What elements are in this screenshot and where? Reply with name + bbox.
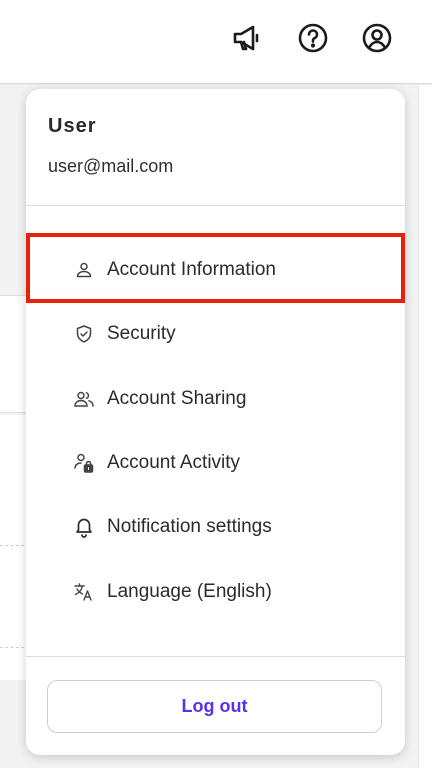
shield-check-icon <box>73 323 95 345</box>
background-edge <box>418 85 432 768</box>
menu-item-account-activity[interactable]: Account Activity <box>26 431 405 495</box>
menu-item-label: Language (English) <box>107 581 272 602</box>
user-circle-icon[interactable] <box>359 20 395 56</box>
menu-item-label: Account Activity <box>107 452 241 473</box>
person-lock-icon <box>73 452 95 474</box>
user-email: user@mail.com <box>48 156 174 176</box>
menu-item-notification-settings[interactable]: Notification settings <box>26 495 405 559</box>
menu-item-label: Account Information <box>107 259 276 280</box>
account-dropdown-menu: User user@mail.com Account Information S… <box>26 89 405 755</box>
translate-icon <box>73 581 95 603</box>
menu-item-account-information[interactable]: Account Information <box>26 238 405 302</box>
menu-item-label: Security <box>107 323 176 344</box>
users-icon <box>73 388 95 410</box>
menu-item-language[interactable]: Language (English) <box>26 560 405 624</box>
user-info: User user@mail.com <box>26 89 405 206</box>
page: User user@mail.com Account Information S… <box>0 0 432 768</box>
menu-item-security[interactable]: Security <box>26 302 405 366</box>
menu-item-label: Notification settings <box>107 516 272 537</box>
megaphone-icon[interactable] <box>229 20 265 56</box>
help-circle-icon[interactable] <box>295 20 331 56</box>
top-header <box>0 0 432 84</box>
user-name: User <box>48 115 97 137</box>
logout-button[interactable]: Log out <box>47 680 382 733</box>
bell-icon <box>73 516 95 538</box>
dropdown-footer: Log out <box>26 656 405 755</box>
person-icon <box>73 259 95 281</box>
menu-item-account-sharing[interactable]: Account Sharing <box>26 367 405 431</box>
menu-item-label: Account Sharing <box>107 388 247 409</box>
